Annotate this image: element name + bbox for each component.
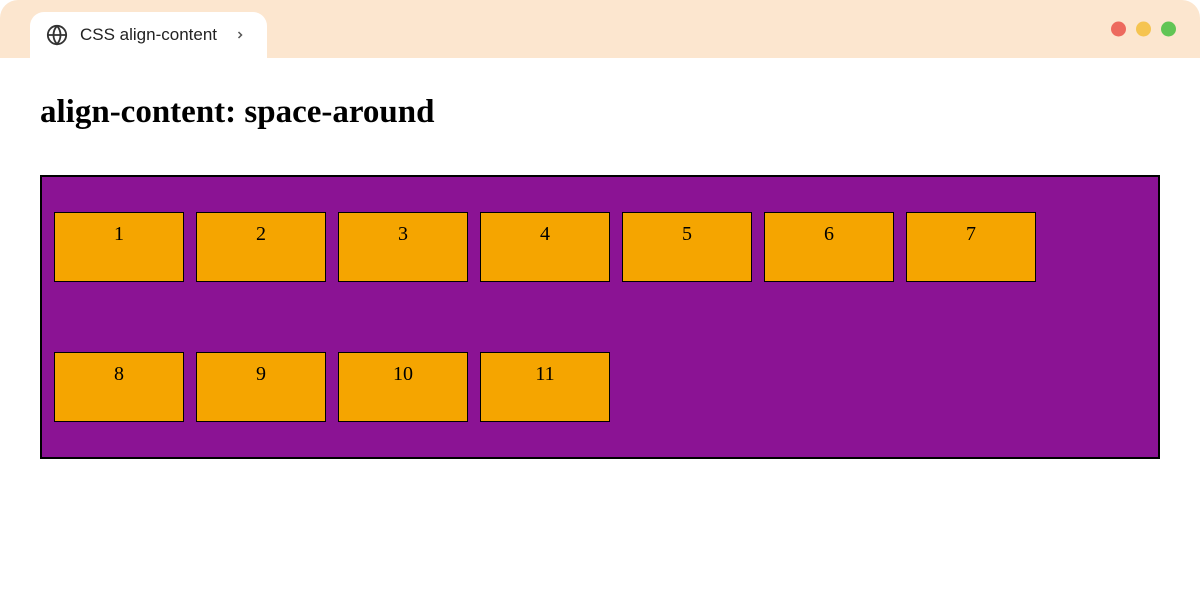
page-content: align-content: space-around 1 2 3 4 5 6 … bbox=[0, 58, 1200, 495]
window-minimize-button[interactable] bbox=[1136, 22, 1151, 37]
flex-item: 2 bbox=[196, 212, 326, 282]
window-close-button[interactable] bbox=[1111, 22, 1126, 37]
flex-item: 7 bbox=[906, 212, 1036, 282]
flex-item: 8 bbox=[54, 352, 184, 422]
flex-item: 1 bbox=[54, 212, 184, 282]
globe-icon bbox=[46, 24, 68, 46]
chevron-right-icon bbox=[233, 28, 247, 42]
flex-item: 4 bbox=[480, 212, 610, 282]
flex-item: 11 bbox=[480, 352, 610, 422]
flex-item: 6 bbox=[764, 212, 894, 282]
page-title: align-content: space-around bbox=[40, 94, 1160, 131]
flex-item: 10 bbox=[338, 352, 468, 422]
tab-title: CSS align-content bbox=[80, 25, 217, 45]
window-maximize-button[interactable] bbox=[1161, 22, 1176, 37]
flex-container: 1 2 3 4 5 6 7 8 9 10 11 bbox=[40, 175, 1160, 459]
flex-item: 5 bbox=[622, 212, 752, 282]
window-controls bbox=[1111, 22, 1176, 37]
flex-item: 3 bbox=[338, 212, 468, 282]
browser-tab[interactable]: CSS align-content bbox=[30, 12, 267, 58]
flex-item: 9 bbox=[196, 352, 326, 422]
browser-chrome: CSS align-content bbox=[0, 0, 1200, 58]
